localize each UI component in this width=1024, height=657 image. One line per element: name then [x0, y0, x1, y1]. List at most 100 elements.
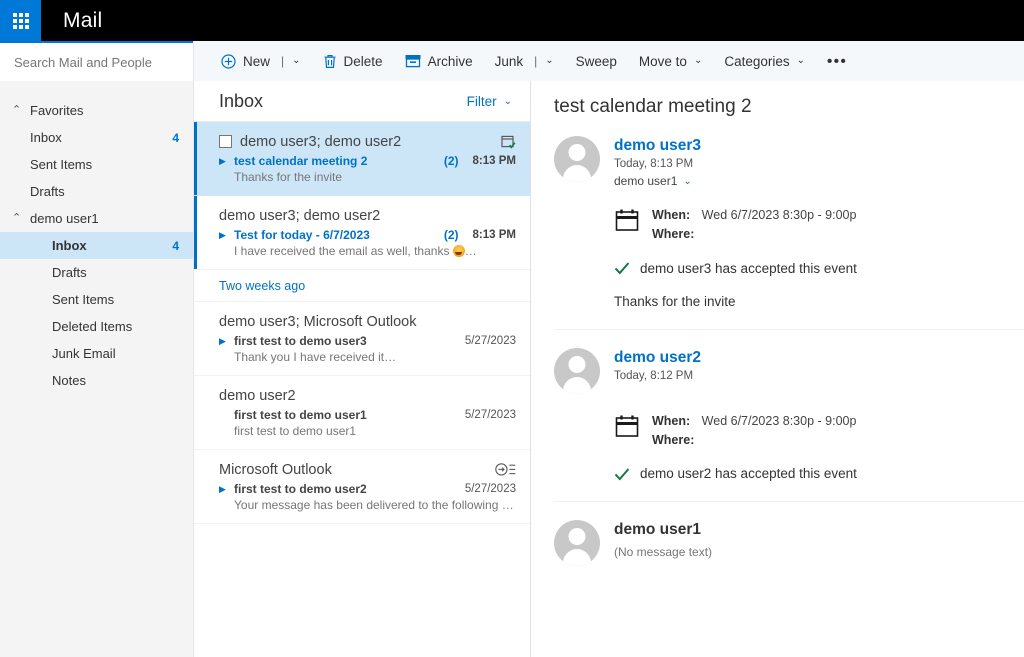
message-preview: Your message has been delivered to the f… — [234, 498, 516, 512]
table-row[interactable]: demo user3; Microsoft Outlook ▶ first te… — [194, 302, 530, 376]
chevron-down-icon[interactable]: ⌄ — [797, 56, 805, 66]
nav-item-label: Drafts — [52, 265, 87, 280]
table-row[interactable]: demo user3; demo user2 ▶ test calendar m… — [194, 122, 530, 196]
message-from: demo user2 — [219, 387, 296, 404]
conversation-subject: test calendar meeting 2 — [554, 96, 752, 117]
table-row[interactable]: demo user2 ▶ first test to demo user1 5/… — [194, 376, 530, 450]
categories-label: Categories — [724, 53, 790, 69]
move-to-label: Move to — [638, 53, 687, 69]
archive-label: Archive — [427, 53, 473, 69]
table-row[interactable]: demo user3; demo user2 ▶ Test for today … — [194, 196, 530, 270]
archive-button[interactable]: Archive — [394, 41, 484, 81]
calendar-accepted-icon — [501, 134, 516, 149]
nav-group-favorites[interactable]: ⌃ Favorites — [0, 97, 193, 124]
reading-sender-name[interactable]: demo user3 — [614, 136, 701, 155]
filter-button[interactable]: Filter ⌄ — [467, 94, 512, 109]
chevron-down-icon[interactable]: ⌄ — [292, 56, 300, 66]
message-date: 8:13 PM — [472, 155, 516, 167]
no-message-text: (No message text) — [614, 544, 713, 559]
reading-recipients: demo user1 ⌄ — [614, 174, 701, 188]
response-status-text: demo user3 has accepted this event — [640, 260, 857, 276]
search-input[interactable] — [12, 53, 192, 71]
message-preview-tail: ... — [508, 350, 516, 364]
meeting-when-row: When: Wed 6/7/2023 8:30p - 9:00p — [652, 206, 856, 225]
sidebar-item-sent-items[interactable]: Sent Items — [0, 286, 193, 313]
calendar-icon — [614, 207, 640, 238]
unread-count: 4 — [172, 130, 179, 145]
unread-count: 4 — [172, 238, 179, 253]
select-message-checkbox[interactable] — [219, 135, 232, 148]
sidebar-item-junk-email[interactable]: Junk Email — [0, 340, 193, 367]
sidebar-item-favorites-drafts[interactable]: Drafts — [0, 178, 193, 205]
message-date: 5/27/2023 — [464, 483, 516, 495]
chevron-down-icon[interactable]: ⌄ — [683, 176, 691, 187]
preview-underline — [388, 361, 507, 362]
message-count: (2) — [443, 154, 459, 168]
chevron-down-icon[interactable]: ⌄ — [694, 56, 702, 66]
sidebar-item-inbox[interactable]: Inbox 4 — [0, 232, 193, 259]
junk-button[interactable]: Junk | ⌄ — [484, 41, 565, 81]
message-date: 5/27/2023 — [464, 409, 516, 421]
expand-conversation-icon[interactable]: ▶ — [219, 484, 228, 494]
categories-button[interactable]: Categories ⌄ — [713, 41, 816, 81]
ellipsis-icon: ••• — [827, 52, 848, 70]
calendar-icon — [614, 413, 640, 444]
sidebar-item-favorites-inbox[interactable]: Inbox 4 — [0, 124, 193, 151]
sidebar-item-favorites-sent-items[interactable]: Sent Items — [0, 151, 193, 178]
more-commands-button[interactable]: ••• — [816, 41, 858, 81]
archive-box-icon — [405, 54, 421, 68]
sweep-label: Sweep — [575, 53, 617, 69]
response-status-text: demo user2 has accepted this event — [640, 466, 857, 482]
message-preview: Thank you I have received it... — [219, 350, 516, 364]
message-count: (2) — [443, 228, 459, 242]
message-sender-row: demo user3; Microsoft Outlook — [219, 311, 516, 332]
expand-conversation-icon[interactable]: ▶ — [219, 156, 228, 166]
avatar — [554, 136, 600, 182]
message-list-header: Inbox Filter ⌄ — [194, 81, 530, 122]
reading-pane: test calendar meeting 2 demo user3 Today… — [532, 81, 1024, 657]
app-title: Mail — [63, 8, 103, 32]
chevron-up-icon[interactable]: ⌃ — [12, 105, 26, 116]
reading-message-header: demo user1 (No message text) — [554, 520, 1024, 567]
message-preview-text: I have received the email as well, thank… — [234, 244, 450, 258]
sidebar-item-notes[interactable]: Notes — [0, 367, 193, 394]
check-icon — [614, 261, 630, 275]
message-from: demo user3; Microsoft Outlook — [219, 313, 417, 330]
delete-button[interactable]: Delete — [312, 41, 394, 81]
chevron-up-icon[interactable]: ⌃ — [12, 213, 26, 224]
nav-item-label: Notes — [52, 373, 86, 388]
message-subject-row: ▶ Test for today - 6/7/2023 (2) 8:13 PM — [219, 228, 516, 242]
new-button[interactable]: New | ⌄ — [210, 41, 312, 81]
message-from: demo user3; demo user2 — [240, 133, 402, 150]
filter-label: Filter — [466, 93, 497, 109]
message-list[interactable]: Inbox Filter ⌄ demo user3; demo user2 ▶ … — [193, 81, 531, 657]
meeting-when-value: Wed 6/7/2023 8:30p - 9:00p — [701, 208, 857, 223]
nav-item-label: Inbox — [52, 238, 87, 253]
message-sender-row: demo user3; demo user2 — [219, 205, 516, 226]
message-preview-text: Thank you I have received it — [234, 350, 385, 364]
reading-sender-name[interactable]: demo user2 — [614, 348, 701, 367]
reading-message: demo user1 (No message text) — [554, 501, 1024, 567]
message-date: 5/27/2023 — [464, 335, 516, 347]
nav-item-label: Sent Items — [52, 292, 115, 307]
expand-conversation-icon[interactable]: ▶ — [219, 336, 228, 346]
message-subject-row: ▶ first test to demo user3 5/27/2023 — [219, 334, 516, 348]
reading-message-header: demo user3 Today, 8:13 PM demo user1 ⌄ — [554, 136, 1024, 188]
search-box[interactable] — [0, 41, 208, 81]
waffle-grid — [12, 12, 29, 29]
move-to-button[interactable]: Move to ⌄ — [628, 41, 713, 81]
nav-group-demo-user1[interactable]: ⌃ demo user1 — [0, 205, 193, 232]
expand-conversation-icon[interactable]: ▶ — [219, 230, 228, 240]
sidebar-item-drafts[interactable]: Drafts — [0, 259, 193, 286]
table-row[interactable]: Microsoft Outlook ▶ first test to demo u… — [194, 450, 530, 524]
reading-sender-name[interactable]: demo user1 — [614, 520, 712, 539]
message-subject: first test to demo user3 — [234, 334, 367, 348]
meeting-lines: When: Wed 6/7/2023 8:30p - 9:00p Where: — [652, 412, 856, 450]
app-launcher-icon[interactable] — [0, 0, 41, 41]
chevron-down-icon[interactable]: ⌄ — [545, 56, 553, 66]
sweep-button[interactable]: Sweep — [565, 41, 628, 81]
reading-message-header: demo user2 Today, 8:12 PM — [554, 347, 1024, 394]
sidebar-item-deleted-items[interactable]: Deleted Items — [0, 313, 193, 340]
nav-item-label: Deleted Items — [52, 319, 133, 334]
plus-circle-icon — [221, 53, 236, 69]
